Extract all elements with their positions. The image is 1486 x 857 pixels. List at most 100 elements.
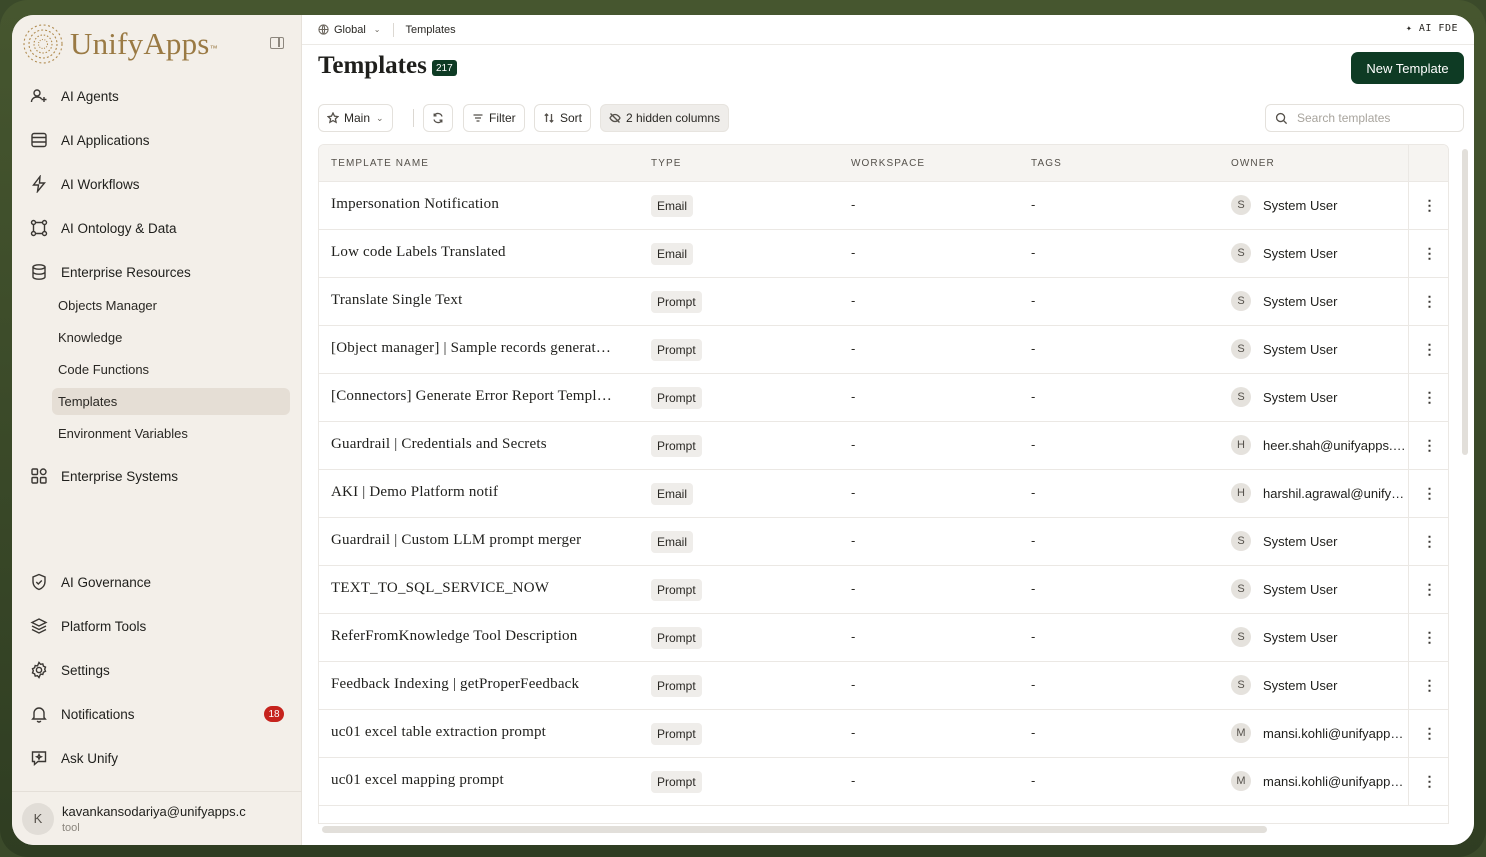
type-badge: Prompt — [651, 675, 702, 697]
more-options-icon[interactable]: ⋮ — [1408, 374, 1448, 421]
column-header-name[interactable]: TEMPLATE NAME — [331, 158, 429, 169]
sidebar-item-settings[interactable]: Settings — [24, 652, 292, 688]
logo[interactable]: UnifyApps ™ — [22, 21, 218, 67]
owner-name: System User — [1263, 629, 1338, 645]
ai-fde-button[interactable]: ✦ AI FDE — [1406, 23, 1458, 34]
template-name[interactable]: TEXT_TO_SQL_SERVICE_NOW — [331, 580, 631, 597]
more-options-icon[interactable]: ⋮ — [1408, 614, 1448, 661]
new-template-button[interactable]: New Template — [1351, 52, 1464, 84]
owner-cell: S System User — [1231, 339, 1407, 359]
table-row[interactable]: AKI | Demo Platform notif Email - - Hharshil… — [319, 470, 1448, 518]
table-row[interactable]: ReferFromKnowledge Tool Description Promp… — [319, 614, 1448, 662]
template-name[interactable]: uc01 excel mapping prompt — [331, 772, 631, 789]
sidebar-item-ai-applications[interactable]: AI Applications — [24, 122, 292, 158]
sidebar-item-label: Enterprise Systems — [61, 468, 179, 484]
more-options-icon[interactable]: ⋮ — [1408, 662, 1448, 709]
view-selector[interactable]: Main ⌄ — [318, 104, 393, 132]
sidebar-item-enterprise-resources[interactable]: Enterprise Resources — [24, 254, 292, 290]
breadcrumb-current[interactable]: Templates — [406, 24, 456, 36]
more-options-icon[interactable]: ⋮ — [1408, 182, 1448, 229]
column-header-tags[interactable]: TAGS — [1031, 158, 1062, 169]
hidden-columns-button[interactable]: 2 hidden columns — [600, 104, 730, 132]
sidebar-item-label: AI Workflows — [61, 176, 140, 192]
gear-icon — [29, 660, 49, 680]
more-options-icon[interactable]: ⋮ — [1408, 422, 1448, 469]
template-name[interactable]: AKI | Demo Platform notif — [331, 484, 631, 501]
sidebar-item-platform-tools[interactable]: Platform Tools — [24, 608, 292, 644]
sidebar-subitem-objects-manager[interactable]: Objects Manager — [52, 292, 290, 319]
collapse-sidebar-icon[interactable] — [270, 37, 284, 49]
template-name[interactable]: Guardrail | Custom LLM prompt merger — [331, 532, 631, 549]
more-options-icon[interactable]: ⋮ — [1408, 278, 1448, 325]
main-content: Global ⌄ Templates ✦ AI FDE Templates 21… — [302, 15, 1474, 845]
column-header-workspace[interactable]: WORKSPACE — [851, 158, 925, 169]
more-options-icon[interactable]: ⋮ — [1408, 470, 1448, 517]
app-window: UnifyApps ™ AI Agents AI Applications AI … — [12, 15, 1474, 845]
workspace-value: - — [851, 341, 856, 356]
table-row[interactable]: [Connectors] Generate Error Report Templ… — [319, 374, 1448, 422]
user-email: kavankansodariya@unifyapps.c — [62, 803, 246, 819]
owner-cell: S System User — [1231, 579, 1407, 599]
table-row[interactable]: Guardrail | Custom LLM prompt merger Emai… — [319, 518, 1448, 566]
template-name[interactable]: Feedback Indexing | getProperFeedback — [331, 676, 631, 693]
template-name[interactable]: Impersonation Notification — [331, 196, 631, 213]
owner-cell: Hheer.shah@unifyapps.c… — [1231, 435, 1407, 455]
more-options-icon[interactable]: ⋮ — [1408, 566, 1448, 613]
workspace-value: - — [851, 533, 856, 548]
template-name[interactable]: [Object manager] | Sample records genera… — [331, 340, 631, 357]
table-header: TEMPLATE NAME TYPE WORKSPACE TAGS OWNER — [319, 145, 1448, 182]
sort-icon — [544, 113, 554, 123]
owner-avatar: S — [1231, 291, 1251, 311]
column-header-type[interactable]: TYPE — [651, 158, 682, 169]
filter-button[interactable]: Filter — [463, 104, 525, 132]
more-options-icon[interactable]: ⋮ — [1408, 758, 1448, 805]
sidebar-subitem-environment-variables[interactable]: Environment Variables — [52, 420, 290, 447]
more-options-icon[interactable]: ⋮ — [1408, 230, 1448, 277]
table-row[interactable]: TEXT_TO_SQL_SERVICE_NOW Prompt - - S System U… — [319, 566, 1448, 614]
template-name[interactable]: Translate Single Text — [331, 292, 631, 309]
user-profile[interactable]: K kavankansodariya@unifyapps.c tool — [12, 791, 302, 845]
column-header-owner[interactable]: OWNER — [1231, 158, 1275, 169]
sidebar-item-notifications[interactable]: Notifications 18 — [24, 696, 292, 732]
sidebar-subitem-knowledge[interactable]: Knowledge — [52, 324, 290, 351]
template-name[interactable]: Guardrail | Credentials and Secrets — [331, 436, 631, 453]
vertical-scrollbar[interactable] — [1462, 149, 1468, 455]
horizontal-scrollbar[interactable] — [322, 826, 1267, 833]
table-row[interactable]: [Object manager] | Sample records genera… — [319, 326, 1448, 374]
table-row[interactable]: Guardrail | Credentials and Secrets Promp… — [319, 422, 1448, 470]
sidebar-item-ask-unify[interactable]: Ask Unify — [24, 740, 292, 776]
logo-mark-icon — [23, 24, 63, 64]
workspace-value: - — [851, 581, 856, 596]
sidebar-item-ai-workflows[interactable]: AI Workflows — [24, 166, 292, 202]
table-row[interactable]: Translate Single Text Prompt - - S System Use… — [319, 278, 1448, 326]
table-row[interactable]: Impersonation Notification Email - - S System… — [319, 182, 1448, 230]
scope-selector[interactable]: Global ⌄ — [318, 24, 381, 36]
table-row[interactable]: Feedback Indexing | getProperFeedback Pro… — [319, 662, 1448, 710]
table-row[interactable]: Low code Labels Translated Email - - S System… — [319, 230, 1448, 278]
owner-avatar: H — [1231, 435, 1251, 455]
chevron-down-icon: ⌄ — [376, 112, 384, 123]
sidebar-item-ai-governance[interactable]: AI Governance — [24, 564, 292, 600]
sort-button[interactable]: Sort — [534, 104, 592, 132]
workspace-value: - — [851, 725, 856, 740]
search-input[interactable]: Search templates — [1265, 104, 1464, 132]
template-name[interactable]: [Connectors] Generate Error Report Templ… — [331, 388, 631, 405]
table-row[interactable]: uc01 excel mapping prompt Prompt - - Mmansi.… — [319, 758, 1448, 806]
template-name[interactable]: Low code Labels Translated — [331, 244, 631, 261]
template-name[interactable]: uc01 excel table extraction prompt — [331, 724, 631, 741]
scope-label: Global — [334, 23, 366, 36]
table-row[interactable]: uc01 excel table extraction prompt Prompt… — [319, 710, 1448, 758]
sidebar-item-ai-ontology[interactable]: AI Ontology & Data — [24, 210, 292, 246]
refresh-button[interactable] — [423, 104, 453, 132]
owner-avatar: S — [1231, 531, 1251, 551]
shield-icon — [29, 572, 49, 592]
sidebar-item-ai-agents[interactable]: AI Agents — [24, 78, 292, 114]
more-options-icon[interactable]: ⋮ — [1408, 710, 1448, 757]
more-options-icon[interactable]: ⋮ — [1408, 326, 1448, 373]
sidebar-item-enterprise-systems[interactable]: Enterprise Systems — [24, 458, 292, 494]
app-window-icon — [29, 130, 49, 150]
more-options-icon[interactable]: ⋮ — [1408, 518, 1448, 565]
sidebar-subitem-templates[interactable]: Templates — [52, 388, 290, 415]
sidebar-subitem-code-functions[interactable]: Code Functions — [52, 356, 290, 383]
template-name[interactable]: ReferFromKnowledge Tool Description — [331, 628, 631, 645]
